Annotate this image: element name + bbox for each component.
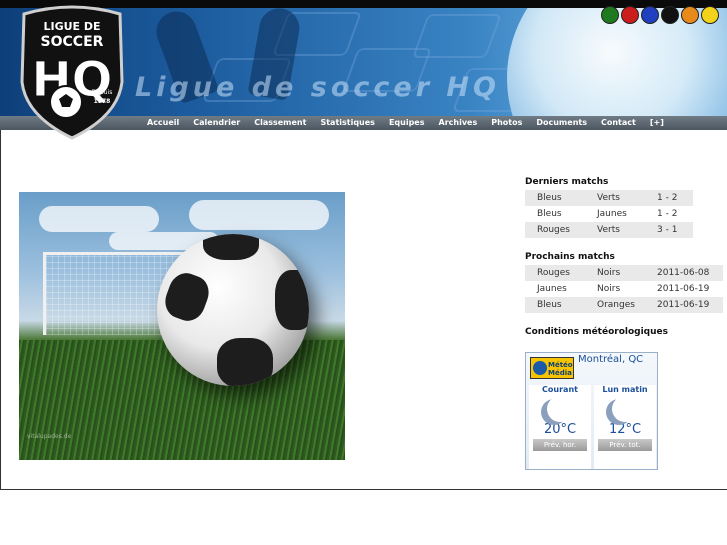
home-team: Jaunes [525, 281, 585, 297]
match-date: 2011-06-08 [645, 265, 723, 281]
league-logo[interactable]: LIGUE DE SOCCER HQ Depuis 1978 [18, 4, 126, 140]
green-theme-swatch[interactable] [601, 6, 619, 24]
away-team: Oranges [585, 297, 645, 313]
current-temp: 20°C [543, 422, 577, 437]
hero-image: vitalupades.de [19, 192, 345, 460]
last-matches-title: Derniers matchs [525, 177, 609, 187]
nav-statistiques[interactable]: Statistiques [313, 116, 382, 130]
match-score-link[interactable]: 1 - 2 [645, 206, 693, 222]
cloud [39, 206, 159, 232]
clear-night-icon [547, 396, 573, 422]
nav-more[interactable]: [+] [643, 116, 671, 130]
nav-accueil[interactable]: Accueil [140, 116, 186, 130]
color-theme-picker [601, 6, 719, 24]
table-row: Bleus Verts 1 - 2 [525, 190, 693, 206]
black-theme-swatch[interactable] [661, 6, 679, 24]
blue-theme-swatch[interactable] [641, 6, 659, 24]
logo-since: Depuis [92, 89, 113, 96]
nav-contact[interactable]: Contact [594, 116, 643, 130]
soccer-ball-icon [157, 234, 309, 386]
logo-year: 1978 [94, 98, 111, 105]
next-temp: 12°C [608, 422, 642, 437]
home-team: Rouges [525, 222, 585, 238]
last-matches-table: Bleus Verts 1 - 2 Bleus Jaunes 1 - 2 Rou… [525, 190, 693, 238]
match-date: 2011-06-19 [645, 281, 723, 297]
table-row: Rouges Noirs 2011-06-08 [525, 265, 723, 281]
brand-line1: Météo [548, 361, 573, 369]
logo-line1: LIGUE DE [43, 20, 100, 33]
image-watermark: vitalupades.de [27, 433, 72, 440]
next-matches-title: Prochains matchs [525, 252, 615, 262]
nav-equipes[interactable]: Equipes [382, 116, 432, 130]
table-row: Rouges Verts 3 - 1 [525, 222, 693, 238]
weather-city: Montréal, QC [578, 354, 644, 365]
table-row: Jaunes Noirs 2011-06-19 [525, 281, 723, 297]
full-forecast-button[interactable]: Prév. tot. [598, 439, 652, 451]
away-team: Verts [585, 222, 645, 238]
globe-icon [533, 361, 547, 375]
match-score-link[interactable]: 3 - 1 [645, 222, 693, 238]
red-theme-swatch[interactable] [621, 6, 639, 24]
home-team: Bleus [525, 190, 585, 206]
sidebar: Derniers matchs Bleus Verts 1 - 2 Bleus … [525, 176, 725, 340]
nav-photos[interactable]: Photos [484, 116, 529, 130]
home-team: Rouges [525, 265, 585, 281]
table-row: Bleus Oranges 2011-06-19 [525, 297, 723, 313]
hex-pattern [411, 14, 503, 58]
cloud [189, 200, 329, 230]
logo-line2: SOCCER [41, 34, 104, 50]
main-nav: Accueil Calendrier Classement Statistiqu… [140, 116, 671, 130]
away-team: Jaunes [585, 206, 645, 222]
nav-classement[interactable]: Classement [247, 116, 313, 130]
next-matches-table: Rouges Noirs 2011-06-08 Jaunes Noirs 201… [525, 265, 723, 313]
next-forecast: Lun matin 12°C Prév. tot. [594, 385, 656, 469]
away-team: Noirs [585, 281, 645, 297]
away-team: Verts [585, 190, 645, 206]
home-team: Bleus [525, 206, 585, 222]
clear-night-icon [612, 396, 638, 422]
match-score-link[interactable]: 1 - 2 [645, 190, 693, 206]
nav-documents[interactable]: Documents [529, 116, 594, 130]
nav-calendrier[interactable]: Calendrier [186, 116, 247, 130]
table-row: Bleus Jaunes 1 - 2 [525, 206, 693, 222]
home-team: Bleus [525, 297, 585, 313]
weather-title: Conditions météorologiques [525, 327, 668, 337]
orange-theme-swatch[interactable] [681, 6, 699, 24]
weather-widget: Météo Média Montréal, QC Courant 20°C Pr… [525, 352, 658, 470]
hourly-forecast-button[interactable]: Prév. hor. [533, 439, 587, 451]
brand-line2: Média [548, 369, 572, 377]
nav-archives[interactable]: Archives [432, 116, 485, 130]
meteomedia-logo[interactable]: Météo Média [530, 357, 574, 379]
away-team: Noirs [585, 265, 645, 281]
current-label: Courant [542, 385, 578, 394]
site-title: Ligue de soccer HQ [135, 72, 500, 103]
current-forecast: Courant 20°C Prév. hor. [529, 385, 591, 469]
match-date: 2011-06-19 [645, 297, 723, 313]
banner-ball-image [507, 8, 727, 116]
yellow-theme-swatch[interactable] [701, 6, 719, 24]
next-label: Lun matin [602, 385, 648, 394]
